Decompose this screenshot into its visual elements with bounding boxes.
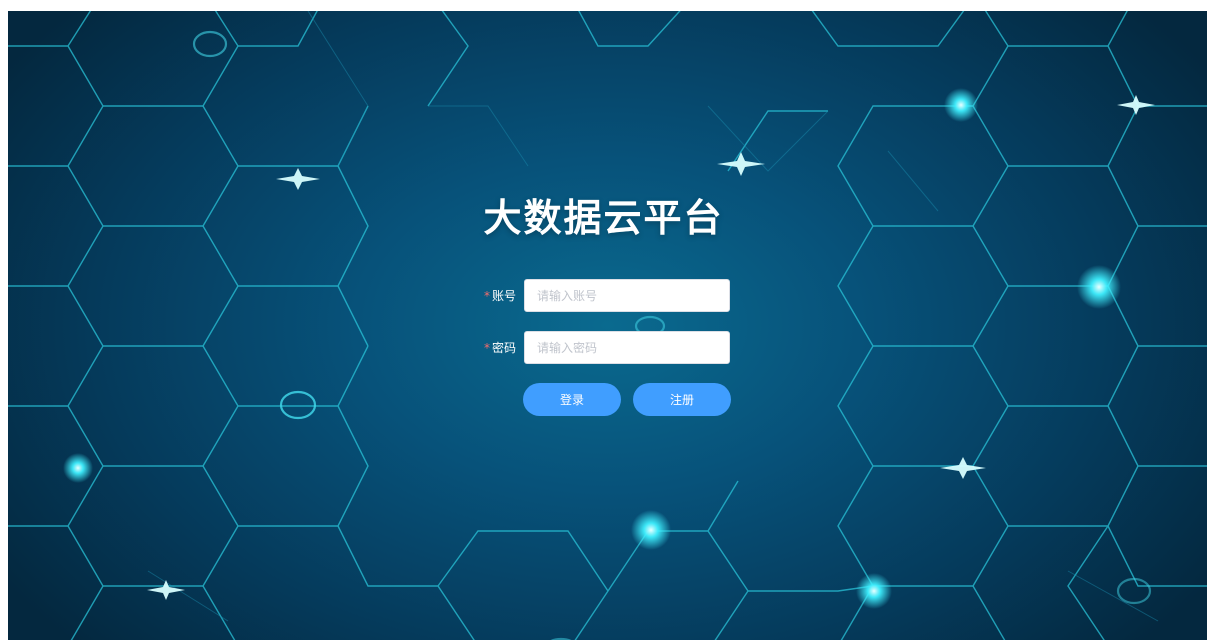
tech-background <box>8 11 1207 640</box>
account-label-text: 账号 <box>492 289 517 303</box>
password-label-text: 密码 <box>492 341 517 355</box>
password-input[interactable] <box>524 331 730 364</box>
required-mark: * <box>484 341 490 355</box>
password-label: * 密码 <box>484 331 518 365</box>
password-form-item: * 密码 <box>484 331 734 365</box>
account-label: * 账号 <box>484 279 518 313</box>
top-margin <box>0 0 1207 11</box>
login-page: 大数据云平台 *账号 *密码 登录 注册 <box>0 0 1207 640</box>
account-input[interactable] <box>524 279 730 312</box>
page-title: 大数据云平台 <box>483 196 724 240</box>
login-button[interactable]: 登录 <box>523 383 621 416</box>
hexagon-network-decoration <box>8 11 1207 640</box>
required-mark: * <box>484 289 490 303</box>
register-button[interactable]: 注册 <box>633 383 731 416</box>
account-form-item: * 账号 <box>484 279 734 313</box>
